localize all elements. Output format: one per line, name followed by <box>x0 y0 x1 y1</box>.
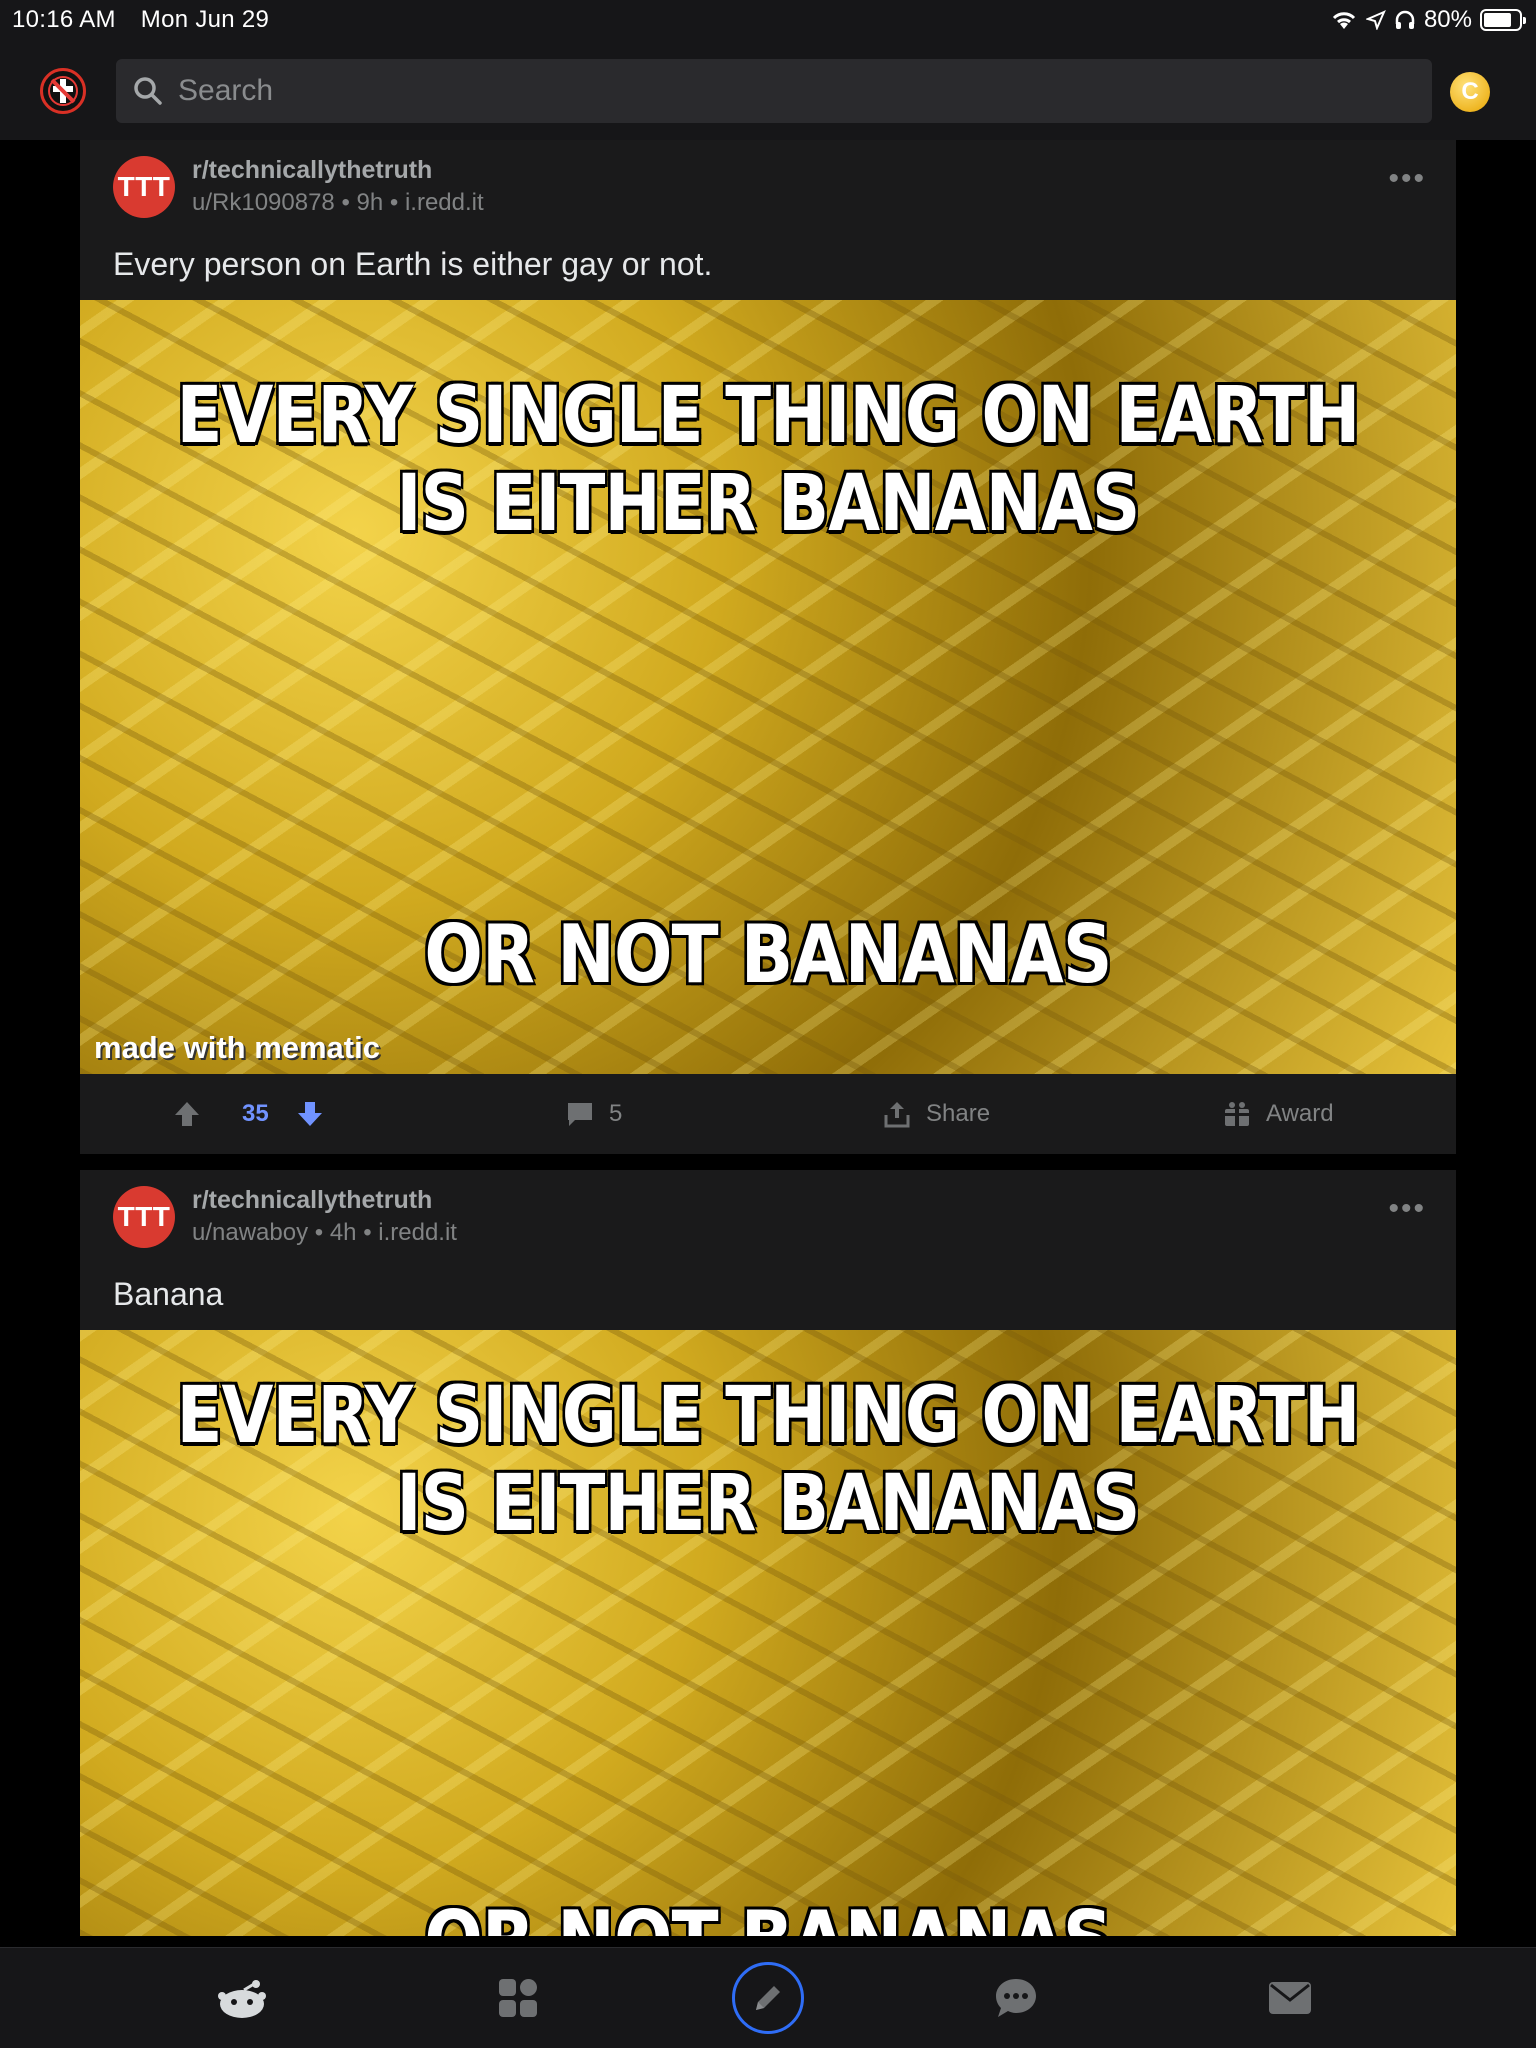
post-title[interactable]: Banana <box>80 1274 1456 1330</box>
tab-chat[interactable] <box>990 1972 1042 2024</box>
meme-bottom-text: OR NOT BANANAS <box>424 908 1112 1001</box>
post-image[interactable]: EVERY SINGLE THING ON EARTH IS EITHER BA… <box>80 1330 1456 1936</box>
subreddit-name[interactable]: r/technicallythetruth <box>192 156 432 185</box>
pencil-icon <box>756 1986 780 2010</box>
post-card[interactable]: TTT r/technicallythetruth u/Rk1090878 • … <box>80 140 1456 1154</box>
award-label: Award <box>1266 1100 1334 1127</box>
search-input[interactable] <box>178 74 1378 108</box>
battery-percent: 80% <box>1423 6 1472 33</box>
search-icon <box>134 77 162 105</box>
profile-avatar-icon[interactable] <box>40 68 86 114</box>
post-actions: 35 5 Share Award <box>80 1074 1456 1154</box>
vote-count: 35 <box>242 1100 269 1127</box>
tab-inbox[interactable] <box>1264 1972 1316 2024</box>
coin-icon[interactable]: C <box>1450 72 1490 112</box>
downvote-icon[interactable] <box>295 1099 325 1129</box>
watermark: made with mematic <box>94 1030 380 1065</box>
post-meta: u/nawaboy • 4h • i.redd.it <box>192 1219 457 1246</box>
status-date: Mon Jun 29 <box>140 6 270 33</box>
post-header: TTT r/technicallythetruth u/nawaboy • 4h… <box>80 1170 1456 1274</box>
tab-bar <box>0 1947 1536 2048</box>
gift-icon <box>1225 1102 1249 1126</box>
meme-top-text: EVERY SINGLE THING ON EARTH IS EITHER BA… <box>176 371 1361 549</box>
status-time: 10:16 AM <box>12 6 116 33</box>
grid-icon <box>499 1979 537 2017</box>
wifi-icon <box>1332 12 1356 29</box>
battery-icon <box>1480 9 1526 31</box>
snoo-home-icon <box>218 1980 266 2018</box>
share-icon <box>884 1102 910 1128</box>
search-bar[interactable] <box>116 59 1432 123</box>
post-meta: u/Rk1090878 • 9h • i.redd.it <box>192 189 484 216</box>
comments-button[interactable]: 5 <box>565 1074 622 1154</box>
share-button[interactable]: Share <box>882 1074 990 1154</box>
battery-fill <box>1484 13 1512 27</box>
chat-icon <box>996 1979 1036 2017</box>
tab-create-post[interactable] <box>732 1962 804 2034</box>
subreddit-name[interactable]: r/technicallythetruth <box>192 1186 432 1215</box>
post-image[interactable]: EVERY SINGLE THING ON EARTH IS EITHER BA… <box>80 300 1456 1074</box>
post-card[interactable]: TTT r/technicallythetruth u/nawaboy • 4h… <box>80 1170 1456 1936</box>
share-label: Share <box>926 1100 991 1127</box>
vote-group: 35 <box>172 1074 339 1154</box>
mail-icon <box>1269 1982 1311 2014</box>
post-title[interactable]: Every person on Earth is either gay or n… <box>80 244 1456 300</box>
comment-count: 5 <box>609 1100 623 1127</box>
comment-icon <box>568 1103 592 1126</box>
headphones-icon <box>1395 10 1415 29</box>
tab-home[interactable] <box>216 1972 268 2024</box>
award-button[interactable]: Award <box>1222 1074 1334 1154</box>
subreddit-avatar[interactable]: TTT <box>113 1186 175 1248</box>
meme-top-text: EVERY SINGLE THING ON EARTH IS EITHER BA… <box>176 1371 1361 1549</box>
upvote-icon[interactable] <box>172 1099 202 1129</box>
more-icon[interactable]: ••• <box>1388 1192 1426 1226</box>
more-icon[interactable]: ••• <box>1388 162 1426 196</box>
status-bar: 10:16 AM Mon Jun 29 80% <box>0 0 1536 40</box>
app-header: C <box>0 40 1536 140</box>
meme-bottom-text: OR NOT BANANAS <box>176 1894 1359 1936</box>
tab-communities[interactable] <box>492 1972 544 2024</box>
subreddit-avatar[interactable]: TTT <box>113 156 175 218</box>
post-header: TTT r/technicallythetruth u/Rk1090878 • … <box>80 140 1456 244</box>
location-icon <box>1365 10 1386 30</box>
feed: TTT r/technicallythetruth u/Rk1090878 • … <box>80 140 1456 1936</box>
